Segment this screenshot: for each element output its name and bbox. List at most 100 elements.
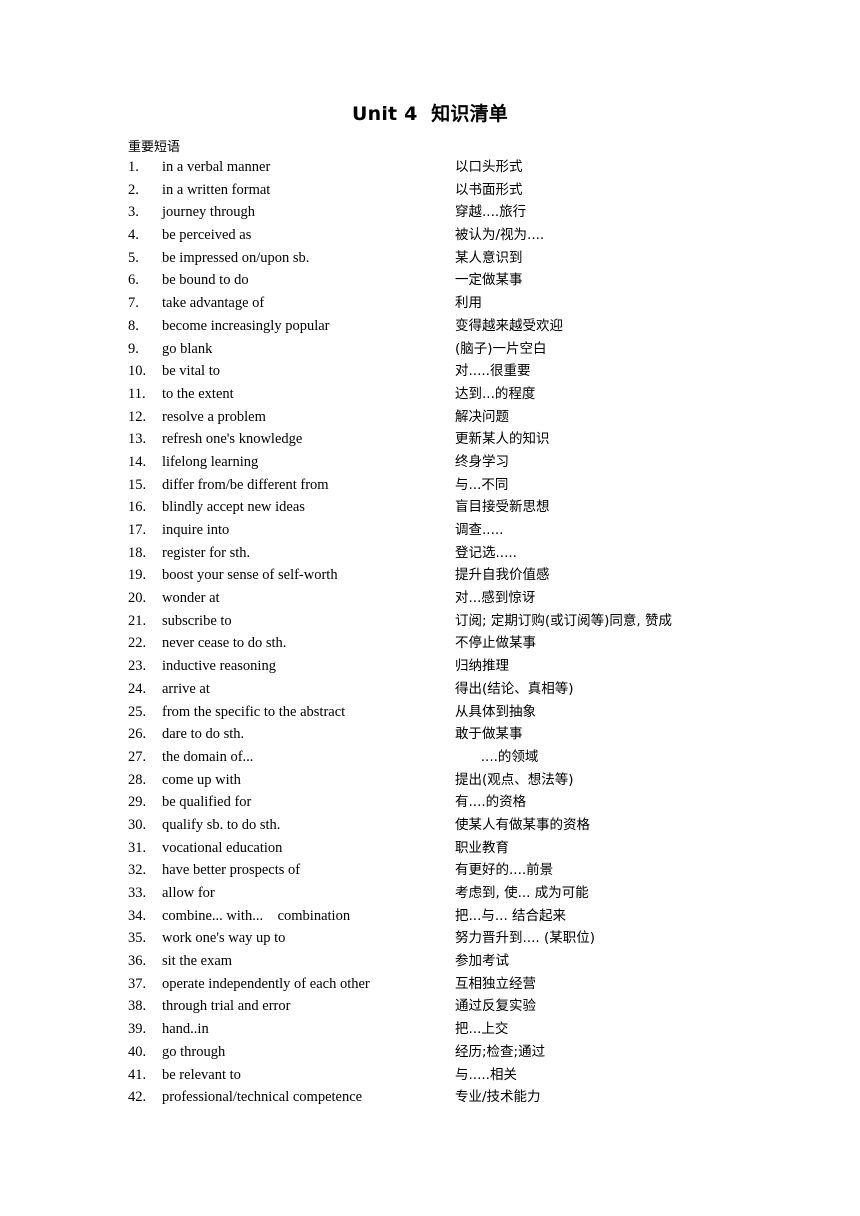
phrase-chinese: 登记选.....	[455, 544, 517, 561]
phrase-chinese: 敢于做某事	[455, 726, 523, 743]
phrase-chinese: 参加考试	[455, 953, 509, 970]
phrase-number: 22.	[128, 635, 147, 652]
phrase-chinese: 某人意识到	[455, 249, 523, 266]
phrase-number: 40.	[128, 1043, 147, 1060]
phrase-english: wonder at	[162, 590, 220, 607]
phrase-english: take advantage of	[162, 295, 265, 312]
phrase-chinese: 通过反复实验	[455, 998, 536, 1015]
phrase-row: 32. have better prospects of 有更好的....前景	[0, 861, 860, 884]
phrase-english: resolve a problem	[162, 408, 266, 425]
phrase-row: 9. go blank (脑子)一片空白	[0, 340, 860, 363]
phrase-number: 9.	[128, 340, 139, 357]
phrase-number: 1.	[128, 159, 139, 175]
phrase-row: 41. be relevant to 与.....相关	[0, 1066, 860, 1089]
phrase-chinese: 订阅; 定期订购(或订阅等)同意, 赞成	[455, 612, 672, 629]
phrase-chinese: 把...与... 结合起来	[455, 907, 567, 924]
phrase-english: boost your sense of self-worth	[162, 567, 338, 584]
phrase-row: 40. go through 经历;检查;通过	[0, 1043, 860, 1066]
phrase-number: 36.	[128, 953, 147, 970]
phrase-chinese: 更新某人的知识	[455, 431, 550, 448]
phrase-number: 20.	[128, 590, 147, 607]
phrase-row: 10. be vital to 对.....很重要	[0, 362, 860, 385]
phrase-row: 27. the domain of... ....的领域	[0, 748, 860, 771]
phrase-chinese: 考虑到, 使... 成为可能	[455, 885, 589, 901]
phrase-chinese: 与.....相关	[455, 1066, 517, 1083]
phrase-english: be qualified for	[162, 794, 252, 811]
phrase-english: combine... with... combination	[162, 907, 351, 924]
phrase-english: hand..in	[162, 1021, 209, 1038]
phrase-english: in a written format	[162, 181, 271, 198]
phrase-number: 16.	[128, 499, 147, 516]
phrase-english: be relevant to	[162, 1066, 241, 1083]
phrase-row: 12. resolve a problem 解决问题	[0, 408, 860, 431]
phrase-chinese: 以口头形式	[455, 159, 523, 175]
phrase-chinese: 对...感到惊讶	[455, 590, 536, 607]
phrase-english: lifelong learning	[162, 453, 259, 470]
phrase-chinese: 有....的资格	[455, 794, 527, 811]
phrase-row: 2. in a written format 以书面形式	[0, 181, 860, 204]
phrase-row: 23. inductive reasoning 归纳推理	[0, 657, 860, 680]
phrase-number: 30.	[128, 816, 147, 833]
phrase-row: 1. in a verbal manner 以口头形式	[0, 158, 860, 181]
phrase-chinese: 解决问题	[455, 408, 509, 425]
phrase-number: 15.	[128, 476, 147, 493]
phrase-row: 6. be bound to do 一定做某事	[0, 271, 860, 294]
phrase-chinese: 以书面形式	[455, 181, 523, 198]
phrase-english: refresh one's knowledge	[162, 431, 303, 448]
phrase-row: 3. journey through 穿越....旅行	[0, 203, 860, 226]
phrase-row: 24. arrive at 得出(结论、真相等)	[0, 680, 860, 703]
phrase-number: 8.	[128, 317, 139, 334]
phrase-english: to the extent	[162, 385, 234, 402]
phrase-chinese: 把...上交	[455, 1021, 509, 1038]
phrase-number: 25.	[128, 703, 147, 720]
phrase-english: operate independently of each other	[162, 975, 370, 992]
phrase-chinese: 被认为/视为....	[455, 227, 545, 244]
phrase-number: 18.	[128, 544, 147, 561]
phrase-row: 17. inquire into 调查.....	[0, 521, 860, 544]
phrase-english: inductive reasoning	[162, 658, 276, 675]
phrase-chinese: 调查.....	[455, 522, 504, 538]
phrase-number: 21.	[128, 612, 147, 629]
phrase-english: become increasingly popular	[162, 317, 330, 334]
phrase-chinese: 盲目接受新思想	[455, 499, 550, 516]
phrase-chinese: 变得越来越受欢迎	[455, 317, 563, 334]
phrase-chinese: 利用	[455, 295, 482, 312]
phrase-row: 25. from the specific to the abstract 从具体到…	[0, 703, 860, 726]
phrase-english: from the specific to the abstract	[162, 703, 346, 720]
phrase-chinese: 互相独立经营	[455, 975, 536, 992]
phrase-number: 23.	[128, 658, 147, 675]
phrase-english: dare to do sth.	[162, 726, 245, 743]
phrase-chinese: 终身学习	[455, 453, 509, 470]
phrase-chinese: 从具体到抽象	[455, 703, 536, 720]
phrase-english: professional/technical competence	[162, 1089, 363, 1106]
phrase-number: 28.	[128, 771, 147, 788]
phrase-number: 31.	[128, 839, 147, 856]
phrase-english: sit the exam	[162, 953, 233, 970]
phrase-english: be vital to	[162, 363, 220, 380]
phrase-row: 11. to the extent 达到...的程度	[0, 385, 860, 408]
phrase-english: the domain of...	[162, 748, 254, 765]
phrase-number: 5.	[128, 249, 139, 266]
phrase-chinese: 得出(结论、真相等)	[455, 680, 574, 697]
phrase-row: 14. lifelong learning 终身学习	[0, 453, 860, 476]
phrase-number: 33.	[128, 885, 147, 901]
phrase-chinese: 不停止做某事	[455, 635, 536, 652]
phrase-number: 3.	[128, 204, 139, 221]
phrase-number: 11.	[128, 385, 146, 402]
phrase-number: 2.	[128, 181, 139, 198]
phrase-english: journey through	[162, 204, 256, 221]
phrase-english: differ from/be different from	[162, 476, 329, 493]
phrase-number: 19.	[128, 567, 147, 584]
phrase-chinese: (脑子)一片空白	[455, 340, 547, 357]
phrase-chinese: 归纳推理	[455, 658, 509, 675]
phrase-row: 19. boost your sense of self-worth 提升自我价值感	[0, 566, 860, 589]
phrase-row: 34. combine... with... combination 把...与..…	[0, 907, 860, 930]
phrase-english: be impressed on/upon sb.	[162, 249, 310, 266]
phrase-chinese: 提出(观点、想法等)	[455, 771, 574, 788]
phrase-english: go through	[162, 1043, 226, 1060]
phrase-row: 35. work one's way up to 努力晋升到.... (某职位)	[0, 929, 860, 952]
phrase-number: 7.	[128, 295, 139, 312]
page-title: Unit 4 知识清单	[351, 103, 508, 125]
phrase-row: 16. blindly accept new ideas 盲目接受新思想	[0, 498, 860, 521]
phrase-number: 26.	[128, 726, 147, 743]
